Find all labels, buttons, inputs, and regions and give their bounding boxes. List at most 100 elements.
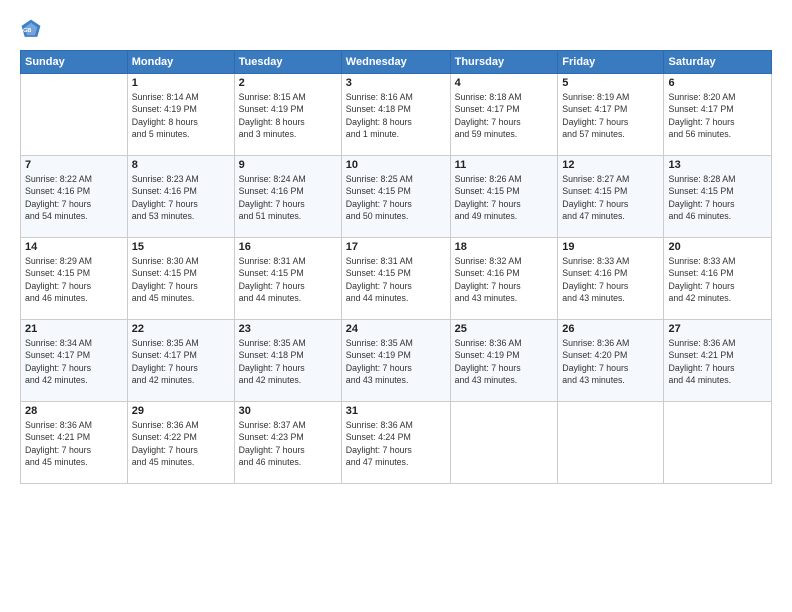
day-number: 27 (668, 323, 767, 335)
day-number: 15 (132, 241, 230, 253)
day-header-tuesday: Tuesday (234, 51, 341, 74)
day-number: 16 (239, 241, 337, 253)
calendar-cell: 31Sunrise: 8:36 AM Sunset: 4:24 PM Dayli… (341, 402, 450, 484)
calendar-cell: 14Sunrise: 8:29 AM Sunset: 4:15 PM Dayli… (21, 238, 128, 320)
day-number: 29 (132, 405, 230, 417)
calendar-week-row: 1 Sunrise: 8:14 AM Sunset: 4:19 PM Daylig… (21, 74, 772, 156)
day-number: 28 (25, 405, 123, 417)
day-number: 13 (668, 159, 767, 171)
calendar-cell: 3 Sunrise: 8:16 AM Sunset: 4:18 PM Daylig… (341, 74, 450, 156)
day-number: 6 (668, 77, 767, 89)
calendar-cell: 17 Sunrise: 8:31 AM Sunset: 4:15 PM Dayli… (341, 238, 450, 320)
cell-content: Sunrise: 8:36 AM Sunset: 4:20 PM Dayligh… (562, 337, 659, 386)
cell-content: Sunrise: 8:36 AM Sunset: 4:21 PM Dayligh… (668, 337, 767, 386)
day-number: 20 (668, 241, 767, 253)
cell-content: Sunrise: 8:14 AM Sunset: 4:19 PM Dayligh… (132, 91, 230, 140)
calendar-cell (21, 74, 128, 156)
cell-content: Sunrise: 8:35 AM Sunset: 4:19 PM Dayligh… (346, 337, 446, 386)
calendar-cell: 29 Sunrise: 8:36 AM Sunset: 4:22 PM Dayli… (127, 402, 234, 484)
cell-content: Sunrise: 8:28 AM Sunset: 4:15 PM Dayligh… (668, 173, 767, 222)
cell-content: Sunrise: 8:25 AM Sunset: 4:15 PM Dayligh… (346, 173, 446, 222)
cell-content: Sunrise: 8:35 AM Sunset: 4:18 PM Dayligh… (239, 337, 337, 386)
cell-content: Sunrise: 8:31 AM Sunset: 4:15 PM Dayligh… (239, 255, 337, 304)
calendar-cell: 28 Sunrise: 8:36 AM Sunset: 4:21 PM Dayli… (21, 402, 128, 484)
cell-content: Sunrise: 8:36 AM Sunset: 4:24 PM Dayligh… (346, 419, 446, 468)
day-number: 19 (562, 241, 659, 253)
day-number: 24 (346, 323, 446, 335)
cell-content: Sunrise: 8:32 AM Sunset: 4:16 PM Dayligh… (455, 255, 554, 304)
day-number: 30 (239, 405, 337, 417)
calendar-cell: 4 Sunrise: 8:18 AM Sunset: 4:17 PM Daylig… (450, 74, 558, 156)
calendar-week-row: 7Sunrise: 8:22 AM Sunset: 4:16 PM Daylig… (21, 156, 772, 238)
calendar-cell (664, 402, 772, 484)
calendar-cell: 25 Sunrise: 8:36 AM Sunset: 4:19 PM Dayli… (450, 320, 558, 402)
day-number: 8 (132, 159, 230, 171)
cell-content: Sunrise: 8:16 AM Sunset: 4:18 PM Dayligh… (346, 91, 446, 140)
calendar-table: SundayMondayTuesdayWednesdayThursdayFrid… (20, 50, 772, 484)
day-header-sunday: Sunday (21, 51, 128, 74)
cell-content: Sunrise: 8:37 AM Sunset: 4:23 PM Dayligh… (239, 419, 337, 468)
calendar-cell: 7Sunrise: 8:22 AM Sunset: 4:16 PM Daylig… (21, 156, 128, 238)
calendar-cell: 12 Sunrise: 8:27 AM Sunset: 4:15 PM Dayli… (558, 156, 664, 238)
calendar-cell: 22Sunrise: 8:35 AM Sunset: 4:17 PM Dayli… (127, 320, 234, 402)
calendar-cell: 8 Sunrise: 8:23 AM Sunset: 4:16 PM Daylig… (127, 156, 234, 238)
day-number: 3 (346, 77, 446, 89)
calendar-cell: 16 Sunrise: 8:31 AM Sunset: 4:15 PM Dayli… (234, 238, 341, 320)
cell-content: Sunrise: 8:36 AM Sunset: 4:21 PM Dayligh… (25, 419, 123, 468)
day-number: 26 (562, 323, 659, 335)
day-number: 18 (455, 241, 554, 253)
cell-content: Sunrise: 8:31 AM Sunset: 4:15 PM Dayligh… (346, 255, 446, 304)
calendar-cell: 20 Sunrise: 8:33 AM Sunset: 4:16 PM Dayli… (664, 238, 772, 320)
svg-text:GB: GB (23, 28, 31, 34)
calendar-cell: 23 Sunrise: 8:35 AM Sunset: 4:18 PM Dayli… (234, 320, 341, 402)
day-number: 4 (455, 77, 554, 89)
cell-content: Sunrise: 8:34 AM Sunset: 4:17 PM Dayligh… (25, 337, 123, 386)
calendar-cell: 2Sunrise: 8:15 AM Sunset: 4:19 PM Daylig… (234, 74, 341, 156)
cell-content: Sunrise: 8:35 AM Sunset: 4:17 PM Dayligh… (132, 337, 230, 386)
day-number: 17 (346, 241, 446, 253)
day-number: 10 (346, 159, 446, 171)
cell-content: Sunrise: 8:23 AM Sunset: 4:16 PM Dayligh… (132, 173, 230, 222)
cell-content: Sunrise: 8:22 AM Sunset: 4:16 PM Dayligh… (25, 173, 123, 222)
day-header-thursday: Thursday (450, 51, 558, 74)
cell-content: Sunrise: 8:27 AM Sunset: 4:15 PM Dayligh… (562, 173, 659, 222)
day-number: 5 (562, 77, 659, 89)
calendar-cell: 6 Sunrise: 8:20 AM Sunset: 4:17 PM Daylig… (664, 74, 772, 156)
calendar-cell: 9Sunrise: 8:24 AM Sunset: 4:16 PM Daylig… (234, 156, 341, 238)
calendar-cell (558, 402, 664, 484)
day-number: 11 (455, 159, 554, 171)
cell-content: Sunrise: 8:33 AM Sunset: 4:16 PM Dayligh… (562, 255, 659, 304)
calendar-cell: 27 Sunrise: 8:36 AM Sunset: 4:21 PM Dayli… (664, 320, 772, 402)
calendar-cell: 18 Sunrise: 8:32 AM Sunset: 4:16 PM Dayli… (450, 238, 558, 320)
calendar-cell (450, 402, 558, 484)
day-number: 23 (239, 323, 337, 335)
cell-content: Sunrise: 8:33 AM Sunset: 4:16 PM Dayligh… (668, 255, 767, 304)
cell-content: Sunrise: 8:20 AM Sunset: 4:17 PM Dayligh… (668, 91, 767, 140)
day-number: 14 (25, 241, 123, 253)
day-number: 2 (239, 77, 337, 89)
cell-content: Sunrise: 8:36 AM Sunset: 4:22 PM Dayligh… (132, 419, 230, 468)
day-header-saturday: Saturday (664, 51, 772, 74)
calendar-cell: 30 Sunrise: 8:37 AM Sunset: 4:23 PM Dayli… (234, 402, 341, 484)
calendar-week-row: 14Sunrise: 8:29 AM Sunset: 4:15 PM Dayli… (21, 238, 772, 320)
day-number: 1 (132, 77, 230, 89)
calendar-cell: 13 Sunrise: 8:28 AM Sunset: 4:15 PM Dayli… (664, 156, 772, 238)
calendar-cell: 5Sunrise: 8:19 AM Sunset: 4:17 PM Daylig… (558, 74, 664, 156)
page: GB SundayMondayTuesdayWednesdayThursdayF… (0, 0, 792, 612)
calendar-cell: 24 Sunrise: 8:35 AM Sunset: 4:19 PM Dayli… (341, 320, 450, 402)
day-header-friday: Friday (558, 51, 664, 74)
day-number: 12 (562, 159, 659, 171)
cell-content: Sunrise: 8:30 AM Sunset: 4:15 PM Dayligh… (132, 255, 230, 304)
calendar-cell: 19 Sunrise: 8:33 AM Sunset: 4:16 PM Dayli… (558, 238, 664, 320)
calendar-cell: 11 Sunrise: 8:26 AM Sunset: 4:15 PM Dayli… (450, 156, 558, 238)
day-number: 25 (455, 323, 554, 335)
cell-content: Sunrise: 8:26 AM Sunset: 4:15 PM Dayligh… (455, 173, 554, 222)
calendar-week-row: 21 Sunrise: 8:34 AM Sunset: 4:17 PM Dayli… (21, 320, 772, 402)
cell-content: Sunrise: 8:18 AM Sunset: 4:17 PM Dayligh… (455, 91, 554, 140)
cell-content: Sunrise: 8:36 AM Sunset: 4:19 PM Dayligh… (455, 337, 554, 386)
day-header-wednesday: Wednesday (341, 51, 450, 74)
cell-content: Sunrise: 8:24 AM Sunset: 4:16 PM Dayligh… (239, 173, 337, 222)
day-number: 21 (25, 323, 123, 335)
logo: GB (20, 18, 46, 40)
calendar-cell: 26 Sunrise: 8:36 AM Sunset: 4:20 PM Dayli… (558, 320, 664, 402)
